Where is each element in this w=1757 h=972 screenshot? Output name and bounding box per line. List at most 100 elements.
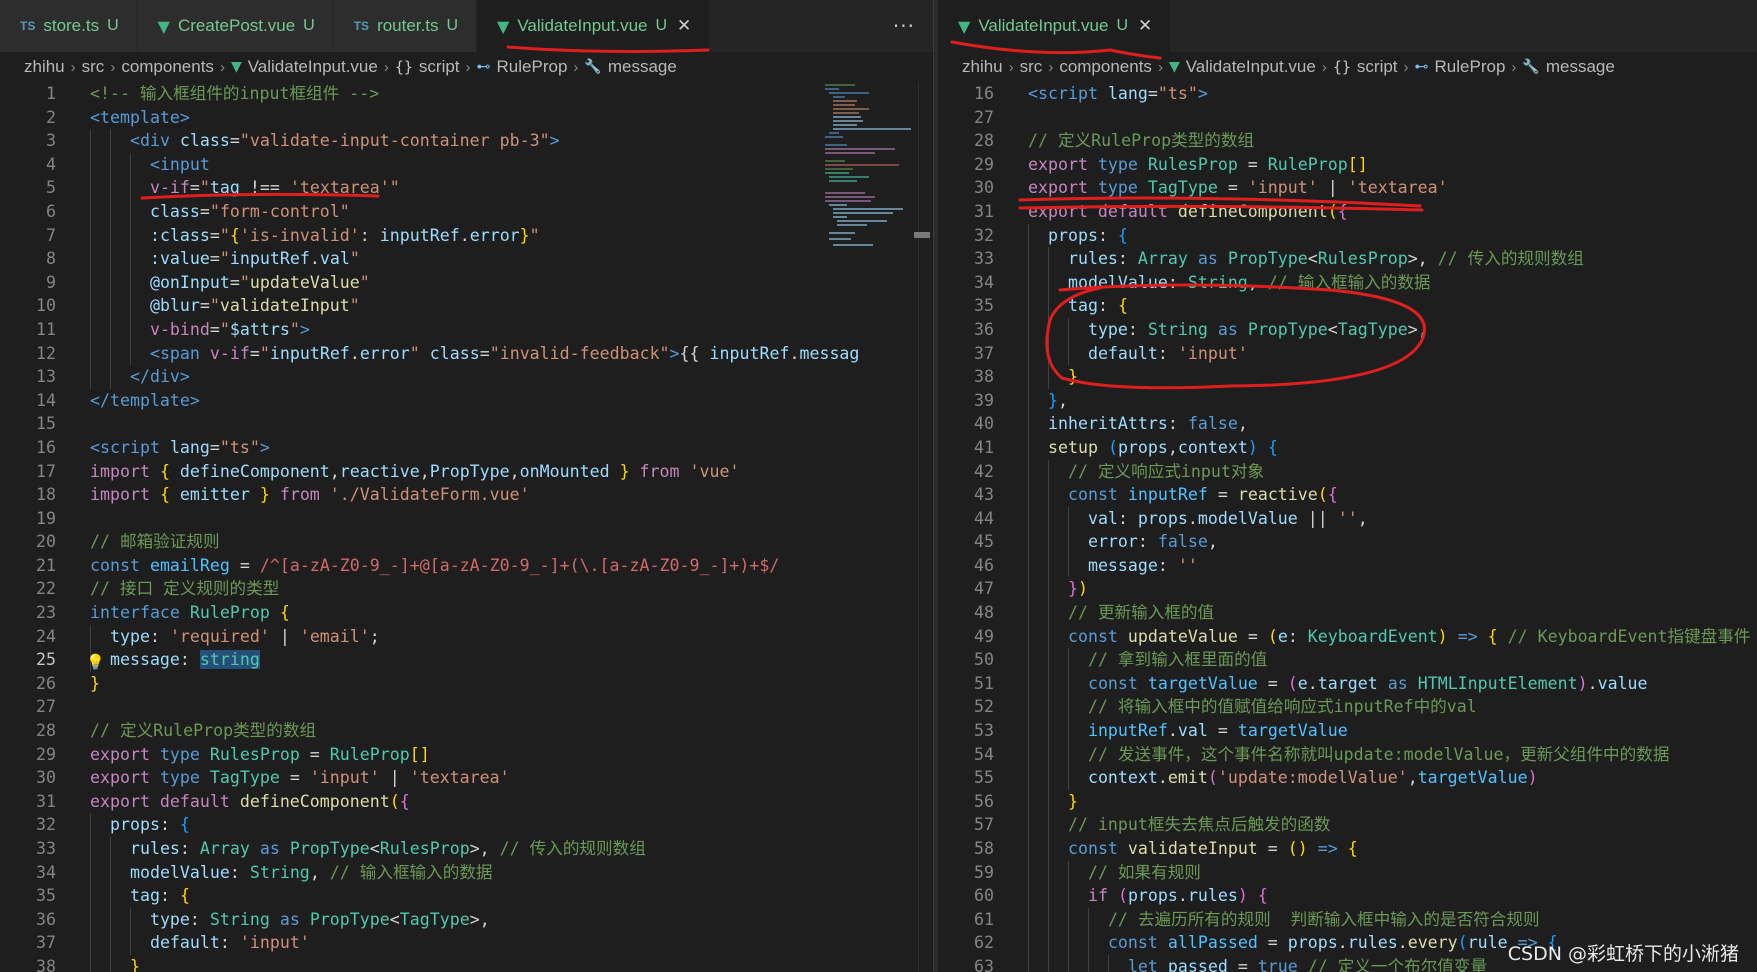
code-line[interactable]: 32 props: {	[938, 223, 1757, 248]
close-icon[interactable]: ✕	[677, 16, 691, 36]
code-line[interactable]: 37 default: 'input'	[938, 341, 1757, 366]
code-line[interactable]: 31 export default defineComponent({	[0, 790, 933, 814]
code-line[interactable]: 45 error: false,	[938, 530, 1757, 554]
breadcrumb-item[interactable]: RuleProp	[1435, 57, 1506, 77]
more-actions-icon[interactable]: ···	[875, 0, 933, 52]
breadcrumb-item[interactable]: script	[1357, 57, 1398, 77]
code-line[interactable]: 15	[0, 412, 933, 436]
breadcrumb-item[interactable]: ValidateInput.vue	[1186, 57, 1316, 77]
code-line[interactable]: 16 <script lang="ts">	[0, 436, 933, 460]
code-line[interactable]: 1 <!-- 输入框组件的input框组件 -->	[0, 82, 933, 106]
code-line[interactable]: 53 inputRef.val = targetValue	[938, 719, 1757, 743]
code-line[interactable]: 16 <script lang="ts">	[938, 82, 1757, 106]
code-line[interactable]: 57 // input框失去焦点后触发的函数	[938, 813, 1757, 837]
code-line[interactable]: 42 // 定义响应式input对象	[938, 459, 1757, 484]
code-line[interactable]: 34 modelValue: String, // 输入框输入的数据	[938, 270, 1757, 295]
code-line[interactable]: 25 message: string 💡	[0, 648, 933, 672]
code-line[interactable]: 43 const inputRef = reactive({	[938, 483, 1757, 507]
vertical-scrollbar-left[interactable]	[918, 82, 932, 972]
code-editor-left[interactable]: 1 <!-- 输入框组件的input框组件 --> 2 <template> 3 <di…	[0, 82, 933, 972]
code-line[interactable]: 26}	[0, 672, 933, 696]
tab-validateinput-vue[interactable]: ▼ ValidateInput.vue U ✕	[938, 0, 1172, 52]
code-line[interactable]: 49 const updateValue = (e: KeyboardEvent…	[938, 624, 1757, 649]
code-line[interactable]: 34 modelValue: String, // 输入框输入的数据	[0, 860, 933, 885]
code-line[interactable]: 37 default: 'input'	[0, 931, 933, 955]
tab-validateinput-vue[interactable]: ▼ ValidateInput.vue U ✕	[477, 0, 711, 52]
code-line[interactable]: 14 </template>	[0, 389, 933, 413]
code-line[interactable]: 13 </div>	[0, 365, 933, 389]
breadcrumb-item[interactable]: zhihu	[24, 57, 65, 77]
code-line[interactable]: 39 },	[938, 388, 1757, 413]
code-line[interactable]: 41 setup (props,context) {	[938, 435, 1757, 460]
breadcrumb-item[interactable]: message	[608, 57, 677, 77]
code-line[interactable]: 21 const emailReg = /^[a-zA-Z0-9_-]+@[a-z…	[0, 554, 933, 578]
code-line[interactable]: 55 context.emit('update:modelValue',targ…	[938, 766, 1757, 790]
code-line[interactable]: 56 }	[938, 789, 1757, 814]
breadcrumb-item[interactable]: zhihu	[962, 57, 1003, 77]
close-icon[interactable]: ✕	[1138, 16, 1152, 36]
code-line[interactable]: 48 // 更新输入框的值	[938, 601, 1757, 625]
code-line[interactable]: 35 tag: {	[0, 884, 933, 908]
code-line[interactable]: 20 // 邮箱验证规则	[0, 530, 933, 554]
code-line[interactable]: 29 export type RulesProp = RuleProp[]	[938, 153, 1757, 177]
code-line[interactable]: 36 type: String as PropType<TagType>,	[0, 907, 933, 932]
code-line[interactable]: 54 // 发送事件，这个事件名称就叫update:modelValue，更新父…	[938, 742, 1757, 767]
tab-store-ts[interactable]: TS store.ts U	[0, 0, 138, 52]
code-line[interactable]: 31 export default defineComponent({	[938, 200, 1757, 224]
breadcrumb-item[interactable]: RuleProp	[497, 57, 568, 77]
code-line[interactable]: 4 <input	[0, 152, 933, 177]
code-line[interactable]: 23 interface RuleProp {	[0, 601, 933, 625]
code-line[interactable]: 11 v-bind="$attrs">	[0, 317, 933, 342]
minimap[interactable]	[823, 82, 911, 252]
code-line[interactable]: 61 // 去遍历所有的规则 判断输入框中输入的是否符合规则	[938, 907, 1757, 932]
code-line[interactable]: 8 :value="inputRef.val"	[0, 247, 933, 271]
breadcrumb-item[interactable]: script	[419, 57, 460, 77]
breadcrumb-item[interactable]: components	[1059, 57, 1152, 77]
code-line[interactable]: 51 const targetValue = (e.target as HTML…	[938, 671, 1757, 696]
code-line[interactable]: 32 props: {	[0, 813, 933, 837]
code-line[interactable]: 3 <div class="validate-input-container p…	[0, 129, 933, 153]
code-line[interactable]: 18 import { emitter } from './ValidateFor…	[0, 483, 933, 507]
code-line[interactable]: 33 rules: Array as PropType<RulesProp>, …	[938, 247, 1757, 271]
code-line[interactable]: 35 tag: {	[938, 294, 1757, 318]
code-line[interactable]: 10 @blur="validateInput"	[0, 294, 933, 318]
code-line[interactable]: 28 // 定义RuleProp类型的数组	[0, 719, 933, 743]
code-line[interactable]: 7 :class="{'is-invalid': inputRef.error}…	[0, 223, 933, 248]
code-line[interactable]: 6 class="form-control"	[0, 199, 933, 224]
breadcrumb-item[interactable]: ValidateInput.vue	[248, 57, 378, 77]
code-line[interactable]: 60 if (props.rules) {	[938, 884, 1757, 908]
code-line[interactable]: 40 inheritAttrs: false,	[938, 412, 1757, 436]
code-line[interactable]: 36 type: String as PropType<TagType>,	[938, 317, 1757, 342]
code-line[interactable]: 47 })	[938, 577, 1757, 602]
code-line[interactable]: 2 <template>	[0, 106, 933, 130]
breadcrumb-item[interactable]: src	[82, 57, 105, 77]
breadcrumb-item[interactable]: components	[121, 57, 214, 77]
code-line[interactable]: 46 message: ''	[938, 553, 1757, 578]
breadcrumb-item[interactable]: src	[1020, 57, 1043, 77]
code-line[interactable]: 30 export type TagType = 'input' | 'texta…	[0, 766, 933, 790]
code-line[interactable]: 9 @onInput="updateValue"	[0, 270, 933, 295]
code-line[interactable]: 33 rules: Array as PropType<RulesProp>, …	[0, 837, 933, 861]
code-line[interactable]: 17 import { defineComponent,reactive,Prop…	[0, 460, 933, 484]
code-line[interactable]: 22 // 接口 定义规则的类型	[0, 577, 933, 601]
tab-router-ts[interactable]: TS router.ts U	[333, 0, 478, 52]
code-line[interactable]: 12 <span v-if="inputRef.error" class="in…	[0, 341, 933, 366]
code-line[interactable]: 30 export type TagType = 'input' | 'texta…	[938, 176, 1757, 200]
code-line[interactable]: 58 const validateInput = () => {	[938, 837, 1757, 861]
code-editor-right[interactable]: 16 <script lang="ts"> 27 28// 定义RuleProp类型的…	[938, 82, 1757, 972]
code-line[interactable]: 19	[0, 507, 933, 531]
code-line[interactable]: 5 v-if="tag !== 'textarea'"	[0, 176, 933, 200]
code-line[interactable]: 38 }	[0, 954, 933, 972]
code-line[interactable]: 27	[938, 106, 1757, 130]
tab-createpost-vue[interactable]: ▼ CreatePost.vue U	[137, 0, 334, 52]
code-line[interactable]: 38 }	[938, 365, 1757, 389]
code-line[interactable]: 59 // 如果有规则	[938, 860, 1757, 885]
code-line[interactable]: 29 export type RulesProp = RuleProp[]	[0, 743, 933, 767]
scrollbar-thumb-left[interactable]	[914, 232, 930, 238]
code-line[interactable]: 50 // 拿到输入框里面的值	[938, 648, 1757, 672]
breadcrumb-item[interactable]: message	[1546, 57, 1615, 77]
code-line[interactable]: 27	[0, 695, 933, 719]
code-line[interactable]: 52 // 将输入框中的值赋值给响应式inputRef中的val	[938, 695, 1757, 720]
code-line[interactable]: 44 val: props.modelValue || '',	[938, 506, 1757, 531]
code-line[interactable]: 24 type: 'required' | 'email';	[0, 624, 933, 649]
